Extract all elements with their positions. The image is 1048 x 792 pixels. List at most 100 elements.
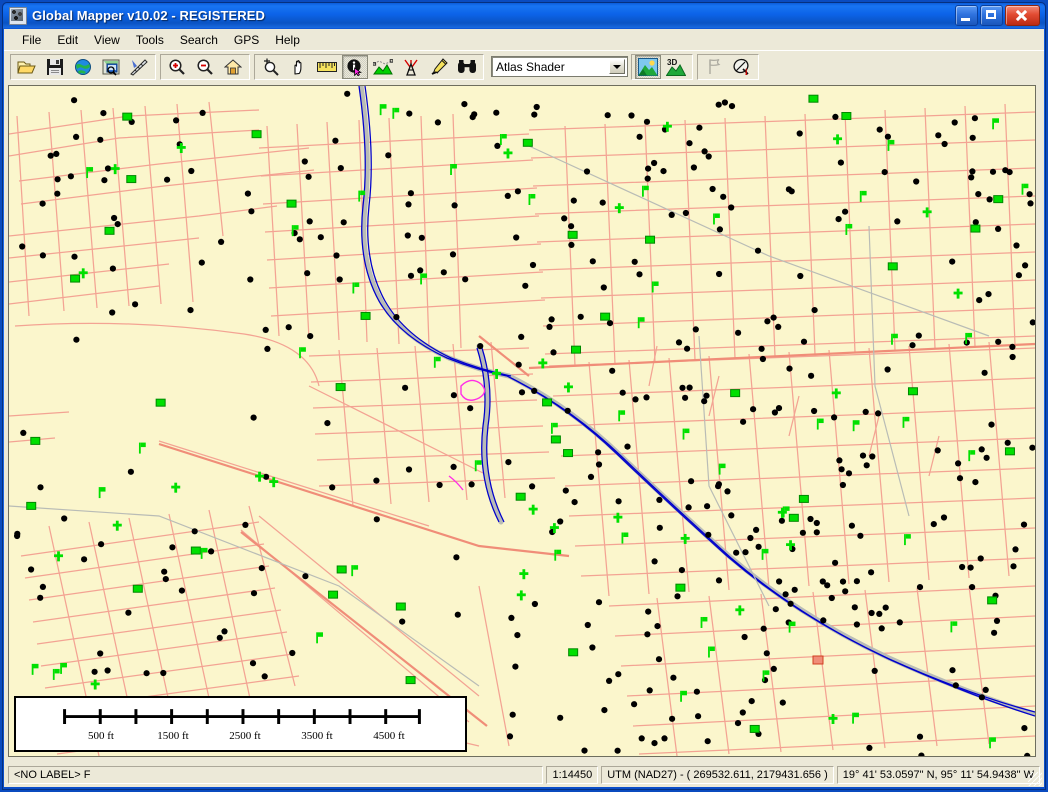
building-point bbox=[92, 669, 98, 675]
capture-screen-button[interactable] bbox=[98, 55, 124, 79]
zoom-full-view-button[interactable] bbox=[220, 55, 246, 79]
feature-info-tool-button[interactable] bbox=[342, 55, 368, 79]
building-point bbox=[632, 396, 638, 402]
status-label-text: <NO LABEL> F bbox=[14, 769, 90, 781]
building-point bbox=[307, 218, 313, 224]
building-point bbox=[333, 252, 339, 258]
building-point bbox=[991, 630, 997, 636]
measure-tool-button[interactable] bbox=[314, 55, 340, 79]
gps-track-button[interactable] bbox=[701, 55, 727, 79]
scale-bar-graphic bbox=[16, 698, 465, 750]
building-point bbox=[669, 212, 675, 218]
toolbar-group-gps: i bbox=[697, 54, 759, 80]
building-point bbox=[163, 576, 169, 582]
menu-edit[interactable]: Edit bbox=[49, 31, 86, 49]
close-button[interactable] bbox=[1005, 5, 1040, 26]
vegetation-patch bbox=[569, 649, 578, 656]
building-point bbox=[302, 573, 308, 579]
menu-help[interactable]: Help bbox=[267, 31, 308, 49]
building-point bbox=[716, 577, 722, 583]
vegetation-patch bbox=[252, 131, 261, 138]
building-point bbox=[550, 349, 556, 355]
save-workspace-button[interactable] bbox=[42, 55, 68, 79]
building-point bbox=[792, 587, 798, 593]
menu-bar: File Edit View Tools Search GPS Help bbox=[4, 29, 1044, 50]
building-point bbox=[968, 174, 974, 180]
building-point bbox=[797, 130, 803, 136]
shader-select[interactable]: Atlas Shader bbox=[491, 56, 628, 77]
zoom-out-button[interactable] bbox=[192, 55, 218, 79]
menu-gps[interactable]: GPS bbox=[226, 31, 267, 49]
open-control-center-button[interactable] bbox=[126, 55, 152, 79]
maximize-button[interactable] bbox=[980, 5, 1003, 26]
search-features-button[interactable] bbox=[454, 55, 480, 79]
building-point bbox=[735, 720, 741, 726]
building-point bbox=[585, 622, 591, 628]
building-point bbox=[373, 478, 379, 484]
vegetation-patch bbox=[127, 176, 136, 183]
vegetation-patch bbox=[731, 390, 740, 397]
building-point bbox=[917, 734, 923, 740]
building-point bbox=[132, 301, 138, 307]
building-point bbox=[1022, 262, 1028, 268]
vegetation-patch bbox=[133, 585, 142, 592]
open-file-button[interactable] bbox=[14, 55, 40, 79]
minimize-button[interactable] bbox=[955, 5, 978, 26]
path-profile-button[interactable] bbox=[370, 55, 396, 79]
building-point bbox=[144, 670, 150, 676]
vegetation-patch bbox=[750, 725, 759, 732]
building-point bbox=[164, 177, 170, 183]
globe-app-icon bbox=[9, 7, 27, 25]
building-point bbox=[639, 735, 645, 741]
open-online-data-button[interactable] bbox=[70, 55, 96, 79]
view-shed-button[interactable] bbox=[398, 55, 424, 79]
menu-tools[interactable]: Tools bbox=[128, 31, 172, 49]
digitizer-tool-button[interactable] bbox=[426, 55, 452, 79]
zoom-in-button[interactable] bbox=[164, 55, 190, 79]
building-point bbox=[740, 419, 746, 425]
building-point bbox=[590, 258, 596, 264]
pan-tool-button[interactable] bbox=[286, 55, 312, 79]
map-canvas[interactable]: 500 ft 1500 ft 2500 ft 3500 ft 4500 ft bbox=[8, 85, 1036, 757]
menu-file[interactable]: File bbox=[14, 31, 49, 49]
building-point bbox=[557, 518, 563, 524]
resize-grip[interactable] bbox=[1028, 772, 1042, 786]
view-3d-button[interactable]: 3D bbox=[663, 55, 689, 79]
building-point bbox=[897, 619, 903, 625]
gps-setup-button[interactable]: i bbox=[729, 55, 755, 79]
menu-view[interactable]: View bbox=[86, 31, 128, 49]
vegetation-patch bbox=[406, 677, 415, 684]
toggle-raster-layers-button[interactable] bbox=[635, 55, 661, 79]
building-point bbox=[720, 194, 726, 200]
building-point bbox=[693, 326, 699, 332]
building-point bbox=[879, 625, 885, 631]
menu-search[interactable]: Search bbox=[172, 31, 226, 49]
chevron-down-icon[interactable] bbox=[609, 59, 625, 74]
shader-select-value: Atlas Shader bbox=[492, 60, 565, 74]
title-bar[interactable]: Global Mapper v10.02 - REGISTERED bbox=[3, 3, 1045, 28]
building-point bbox=[161, 569, 167, 575]
building-point bbox=[534, 104, 540, 110]
building-point bbox=[836, 457, 842, 463]
building-point bbox=[832, 560, 838, 566]
building-point bbox=[978, 555, 984, 561]
building-point bbox=[953, 682, 959, 688]
building-point bbox=[515, 188, 521, 194]
building-point bbox=[831, 414, 837, 420]
building-point bbox=[779, 518, 785, 524]
building-point bbox=[691, 164, 697, 170]
vegetation-patch bbox=[287, 200, 296, 207]
building-point bbox=[19, 243, 25, 249]
building-point bbox=[840, 482, 846, 488]
building-point bbox=[973, 219, 979, 225]
zoom-box-tool-button[interactable] bbox=[258, 55, 284, 79]
building-point bbox=[645, 609, 651, 615]
vegetation-patch bbox=[336, 384, 345, 391]
building-point bbox=[532, 601, 538, 607]
vegetation-patch bbox=[842, 113, 851, 120]
building-point bbox=[797, 273, 803, 279]
building-point bbox=[679, 567, 685, 573]
building-point bbox=[645, 176, 651, 182]
building-point bbox=[251, 590, 257, 596]
building-point bbox=[600, 200, 606, 206]
